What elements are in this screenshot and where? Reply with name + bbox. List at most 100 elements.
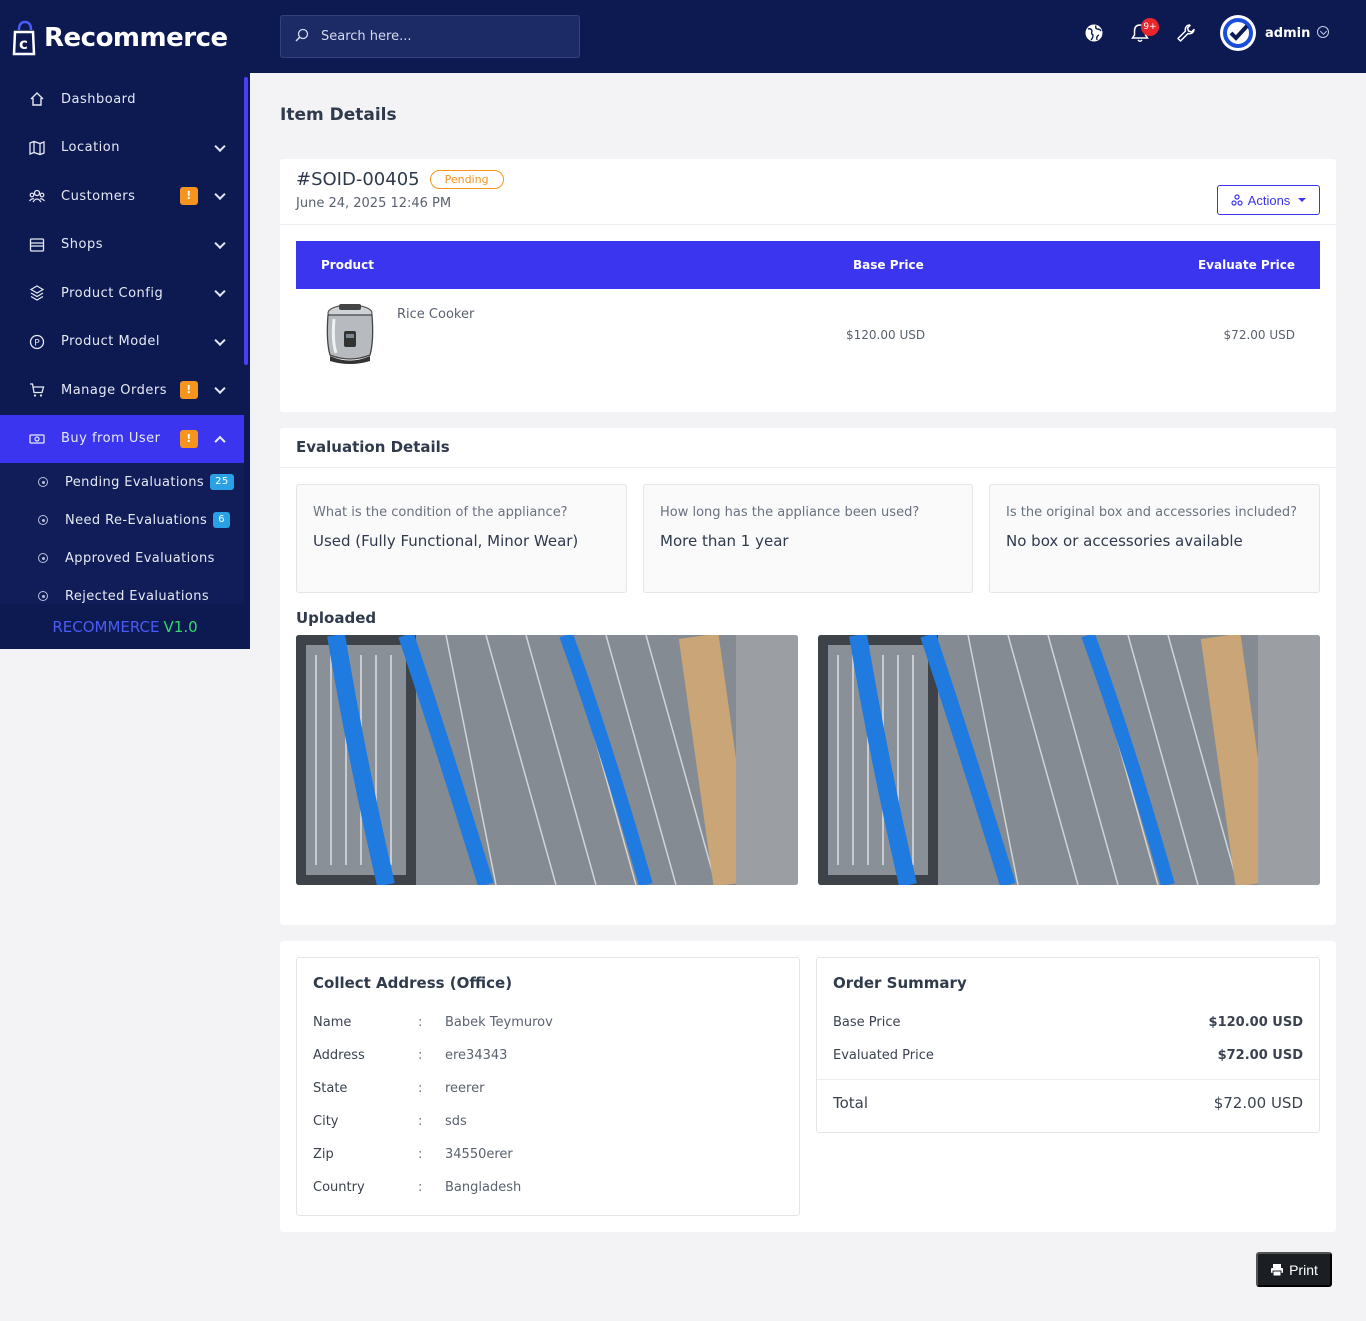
alert-badge: ! <box>180 429 198 448</box>
sidebar-item-manage-orders[interactable]: Manage Orders ! <box>0 366 244 415</box>
search-box[interactable] <box>280 15 580 58</box>
product-image <box>320 301 380 367</box>
chevron-down-icon <box>214 237 226 249</box>
address-key: City <box>313 1114 339 1129</box>
sidebar-subitem-need-re-evaluations[interactable]: Need Re-Evaluations 6 <box>0 501 244 539</box>
print-label: Print <box>1289 1261 1318 1278</box>
alert-badge: ! <box>180 187 198 206</box>
sidebar-item-label: Product Model <box>61 334 161 350</box>
product-name: Rice Cooker <box>397 307 475 322</box>
address-value: Bangladesh <box>445 1180 522 1195</box>
uploaded-photo[interactable] <box>818 635 1320 885</box>
sidebar-item-location[interactable]: Location <box>0 124 244 173</box>
evaluation-title: Evaluation Details <box>296 438 450 456</box>
address-separator: : <box>418 1180 423 1195</box>
sidebar-subitem-label: Approved Evaluations <box>65 550 215 566</box>
cash-icon <box>28 430 46 448</box>
column-header-product: Product <box>321 258 374 272</box>
address-row: City : sds <box>313 1114 467 1129</box>
address-row: Zip : 34550erer <box>313 1147 513 1162</box>
sidebar-subitem-rejected-evaluations[interactable]: Rejected Evaluations <box>0 577 244 604</box>
address-summary-card: Collect Address (Office) Name : Babek Te… <box>280 941 1336 1232</box>
address-key: Address <box>313 1048 365 1063</box>
chevron-down-circle-icon[interactable] <box>1317 26 1329 38</box>
question-text: Is the original box and accessories incl… <box>1006 505 1298 520</box>
summary-row: Base Price $120.00 USD <box>833 1015 1303 1030</box>
summary-label: Base Price <box>833 1015 901 1030</box>
sidebar-subitem-label: Pending Evaluations <box>65 474 205 490</box>
sidebar-nav: Dashboard Location Customers ! Shops Pro… <box>0 75 250 604</box>
evaluation-question-box: What is the condition of the appliance? … <box>296 484 627 593</box>
brand-logo-icon: c <box>10 20 38 56</box>
user-name[interactable]: admin <box>1265 26 1310 41</box>
footer-brand-name: RECOMMERCE <box>52 618 160 636</box>
order-card: #SOID-00405 Pending June 24, 2025 12:46 … <box>280 159 1336 412</box>
alert-badge: ! <box>180 381 198 400</box>
address-row: Name : Babek Teymurov <box>313 1015 553 1030</box>
address-row: State : reerer <box>313 1081 484 1096</box>
sidebar-scrollbar[interactable] <box>244 77 248 365</box>
svg-text:P: P <box>34 338 40 348</box>
print-button[interactable]: Print <box>1256 1252 1332 1287</box>
circle-dot-icon <box>38 553 48 563</box>
count-badge: 6 <box>213 512 230 528</box>
uploaded-photo[interactable] <box>296 635 798 885</box>
chevron-down-icon <box>214 285 226 298</box>
wrench-icon[interactable] <box>1175 22 1197 44</box>
store-icon <box>28 236 46 254</box>
sidebar-item-customers[interactable]: Customers ! <box>0 172 244 221</box>
address-separator: : <box>418 1147 423 1162</box>
sidebar-item-label: Customers <box>61 188 136 204</box>
address-value: ere34343 <box>445 1048 508 1063</box>
divider <box>280 467 1336 468</box>
globe-icon[interactable] <box>1083 22 1105 44</box>
circle-dot-icon <box>38 477 48 487</box>
address-value: 34550erer <box>445 1147 513 1162</box>
sidebar-subitem-approved-evaluations[interactable]: Approved Evaluations <box>0 539 244 577</box>
bell-icon[interactable]: 9+ <box>1129 18 1159 44</box>
home-icon <box>28 90 46 108</box>
sidebar-item-label: Location <box>61 140 120 156</box>
notification-badge: 9+ <box>1141 18 1159 36</box>
users-icon <box>28 187 46 205</box>
sidebar-subitem-label: Need Re-Evaluations <box>65 512 208 528</box>
sidebar-subitem-pending-evaluations[interactable]: Pending Evaluations 25 <box>0 463 244 501</box>
sidebar-item-product-config[interactable]: Product Config <box>0 269 244 318</box>
page-title: Item Details <box>280 105 397 125</box>
footer-version: V1.0 <box>163 618 198 636</box>
address-key: Zip <box>313 1147 334 1162</box>
order-id: #SOID-00405 <box>296 169 420 190</box>
address-row: Country : Bangladesh <box>313 1180 521 1195</box>
circle-dot-icon <box>38 591 48 601</box>
order-date: June 24, 2025 12:46 PM <box>296 196 452 211</box>
collect-address-box: Collect Address (Office) Name : Babek Te… <box>296 957 800 1216</box>
evaluation-question-box: How long has the appliance been used? Mo… <box>643 484 973 593</box>
chevron-down-icon <box>214 188 226 201</box>
top-header: 9+ admin <box>250 0 1366 73</box>
sidebar-item-product-model[interactable]: P Product Model <box>0 318 244 367</box>
sidebar-item-dashboard[interactable]: Dashboard <box>0 75 244 124</box>
address-key: Name <box>313 1015 352 1030</box>
divider <box>280 224 1336 225</box>
address-separator: : <box>418 1048 423 1063</box>
evaluate-price: $72.00 USD <box>1223 328 1295 342</box>
order-summary-box: Order Summary Base Price $120.00 USD Eva… <box>816 957 1320 1133</box>
brand[interactable]: c Recommerce <box>0 0 250 75</box>
order-header: #SOID-00405 Pending <box>296 169 504 190</box>
sidebar-item-buy-from-user[interactable]: Buy from User ! <box>0 414 244 463</box>
actions-dropdown-button[interactable]: Actions <box>1217 185 1320 215</box>
answer-text: Used (Fully Functional, Minor Wear) <box>313 532 579 550</box>
sidebar-item-label: Dashboard <box>61 91 137 107</box>
summary-label: Evaluated Price <box>833 1048 934 1063</box>
address-separator: : <box>418 1114 423 1129</box>
grid-icon <box>28 284 46 302</box>
svg-text:c: c <box>19 35 28 53</box>
answer-text: No box or accessories available <box>1006 532 1243 550</box>
avatar[interactable] <box>1220 15 1256 51</box>
sidebar-item-shops[interactable]: Shops <box>0 221 244 270</box>
address-value: Babek Teymurov <box>445 1015 553 1030</box>
summary-value: $72.00 USD <box>1217 1048 1303 1063</box>
question-text: What is the condition of the appliance? <box>313 505 568 520</box>
search-input[interactable] <box>321 29 561 44</box>
address-key: State <box>313 1081 348 1096</box>
